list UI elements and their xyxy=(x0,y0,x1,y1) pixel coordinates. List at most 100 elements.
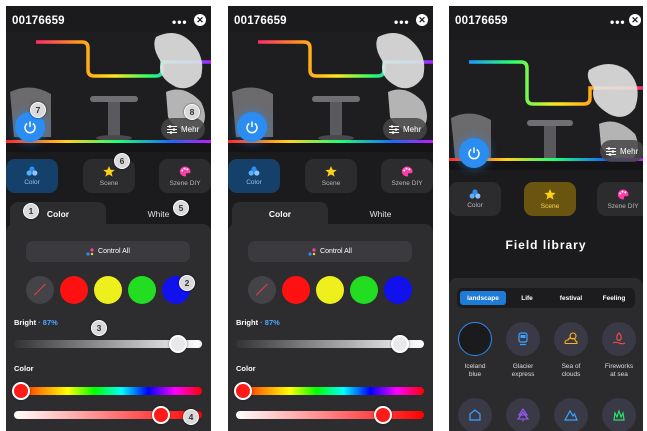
screenshot-collage: 00176659 ••• ✕ Mehr Color Scene Szene DI… xyxy=(0,0,647,431)
control-all-icon xyxy=(86,247,94,256)
color-icon xyxy=(469,189,481,199)
tab-white[interactable]: White xyxy=(110,202,207,226)
mode-color-button[interactable]: Color xyxy=(228,159,280,193)
mode-scene-button[interactable]: Scene xyxy=(305,159,357,193)
swatch-none[interactable] xyxy=(248,276,276,304)
star-icon xyxy=(325,165,337,177)
power-icon xyxy=(24,121,36,134)
mode-scene-button[interactable]: Scene xyxy=(524,182,576,216)
star-icon xyxy=(103,165,115,177)
mode-szene-diy-label: Szene DIY xyxy=(391,179,423,187)
power-button[interactable] xyxy=(459,138,489,168)
more-settings-label: Mehr xyxy=(620,146,639,156)
brightness-slider-knob[interactable] xyxy=(168,335,187,353)
brightness-label: Bright xyxy=(14,318,37,327)
category-tab-landscape[interactable]: landscape xyxy=(460,291,506,305)
more-options-icon[interactable]: ••• xyxy=(172,15,188,29)
hue-slider[interactable] xyxy=(236,387,424,395)
scene-name-line2: blue xyxy=(468,371,482,378)
grass-icon xyxy=(613,409,625,421)
scene-name-line2: express xyxy=(511,371,535,378)
hue-slider-knob[interactable] xyxy=(12,382,30,400)
palette-icon xyxy=(617,189,629,199)
more-settings-button[interactable]: Mehr xyxy=(600,140,643,162)
control-all-label: Control All xyxy=(98,248,130,255)
sliders-icon xyxy=(606,146,616,156)
saturation-slider-knob[interactable] xyxy=(373,406,392,424)
mode-color-button[interactable]: Color xyxy=(6,159,58,193)
brightness-label-row: Bright · 87% xyxy=(14,318,58,327)
control-all-label: Control All xyxy=(320,248,352,255)
scene-name-line1: Glacier xyxy=(512,363,534,370)
category-tab-life[interactable]: Life xyxy=(508,291,546,305)
swatch-red[interactable] xyxy=(60,276,88,304)
more-options-icon[interactable]: ••• xyxy=(394,15,410,29)
scene-name-line2: at sea xyxy=(610,371,628,378)
swatch-green[interactable] xyxy=(128,276,156,304)
scene-name-line1: Sea of xyxy=(561,363,581,370)
app-screen-color: 00176659 ••• ✕ Mehr Color Scene Szene DI… xyxy=(228,6,433,431)
scene-tile-row2-2[interactable] xyxy=(506,398,540,431)
swatch-green[interactable] xyxy=(350,276,378,304)
fireworks-icon xyxy=(612,332,626,345)
more-settings-button[interactable]: Mehr xyxy=(383,118,428,140)
color-icon xyxy=(26,166,38,176)
saturation-slider[interactable] xyxy=(14,411,202,419)
control-all-button[interactable]: Control All xyxy=(248,241,412,262)
mode-scene-label: Scene xyxy=(540,202,560,210)
hue-slider[interactable] xyxy=(14,387,202,395)
scene-tile-row2-1[interactable] xyxy=(458,398,492,431)
mode-szene-diy-label: Szene DIY xyxy=(169,179,201,187)
color-icon xyxy=(248,166,260,176)
scene-sea-of-clouds[interactable] xyxy=(554,322,588,356)
scene-sea-of-clouds-label: Sea of clouds xyxy=(549,363,593,379)
category-tab-feeling[interactable]: Feeling xyxy=(595,291,633,305)
control-all-button[interactable]: Control All xyxy=(26,241,190,262)
saturation-slider[interactable] xyxy=(236,411,424,419)
scene-fireworks-at-sea[interactable] xyxy=(602,322,636,356)
scene-glacier-express[interactable] xyxy=(506,322,540,356)
mode-color-label: Color xyxy=(467,202,483,209)
mode-szene-diy-button[interactable]: Szene DIY xyxy=(597,182,643,216)
scene-name-line1: Iceland xyxy=(464,363,486,370)
mode-szene-diy-button[interactable]: Szene DIY xyxy=(381,159,433,193)
tab-color[interactable]: Color xyxy=(232,202,328,226)
more-settings-button[interactable]: Mehr xyxy=(161,118,206,140)
mode-color-label: Color xyxy=(246,179,262,186)
swatch-yellow[interactable] xyxy=(94,276,122,304)
annotation-badge-1: 1 xyxy=(23,203,39,219)
scene-tile-row2-3[interactable] xyxy=(554,398,588,431)
tree-icon xyxy=(516,408,530,422)
annotation-badge-8: 8 xyxy=(184,104,200,120)
more-options-icon[interactable]: ••• xyxy=(610,15,626,29)
device-id-title: 00176659 xyxy=(234,15,287,27)
swatch-blue[interactable] xyxy=(384,276,412,304)
field-library-title: Field library xyxy=(505,238,587,252)
saturation-slider-knob[interactable] xyxy=(151,406,170,424)
tab-white[interactable]: White xyxy=(332,202,429,226)
scene-name-line1: Fireworks xyxy=(604,363,634,370)
scene-tile-row2-4[interactable] xyxy=(602,398,636,431)
scene-iceland-blue[interactable] xyxy=(458,322,492,356)
power-button[interactable] xyxy=(237,112,267,142)
power-icon xyxy=(246,121,258,134)
swatch-yellow[interactable] xyxy=(316,276,344,304)
mountain-icon xyxy=(564,409,578,421)
close-icon[interactable]: ✕ xyxy=(416,14,428,26)
hue-slider-knob[interactable] xyxy=(234,382,252,400)
mode-szene-diy-button[interactable]: Szene DIY xyxy=(159,159,211,193)
mode-color-button[interactable]: Color xyxy=(449,182,501,216)
annotation-badge-2: 2 xyxy=(179,275,195,291)
brightness-label: Bright xyxy=(236,318,259,327)
swatch-red[interactable] xyxy=(282,276,310,304)
category-tab-festival[interactable]: festival xyxy=(550,291,592,305)
brightness-slider-knob[interactable] xyxy=(390,335,409,353)
swatch-none[interactable] xyxy=(26,276,54,304)
house-icon xyxy=(469,409,481,421)
close-icon[interactable]: ✕ xyxy=(629,14,641,26)
annotation-badge-7: 7 xyxy=(30,102,46,118)
close-icon[interactable]: ✕ xyxy=(194,14,206,26)
brightness-label-row: Bright · 87% xyxy=(236,318,280,327)
annotation-badge-4: 4 xyxy=(183,409,199,425)
annotation-badge-3: 3 xyxy=(91,320,107,336)
